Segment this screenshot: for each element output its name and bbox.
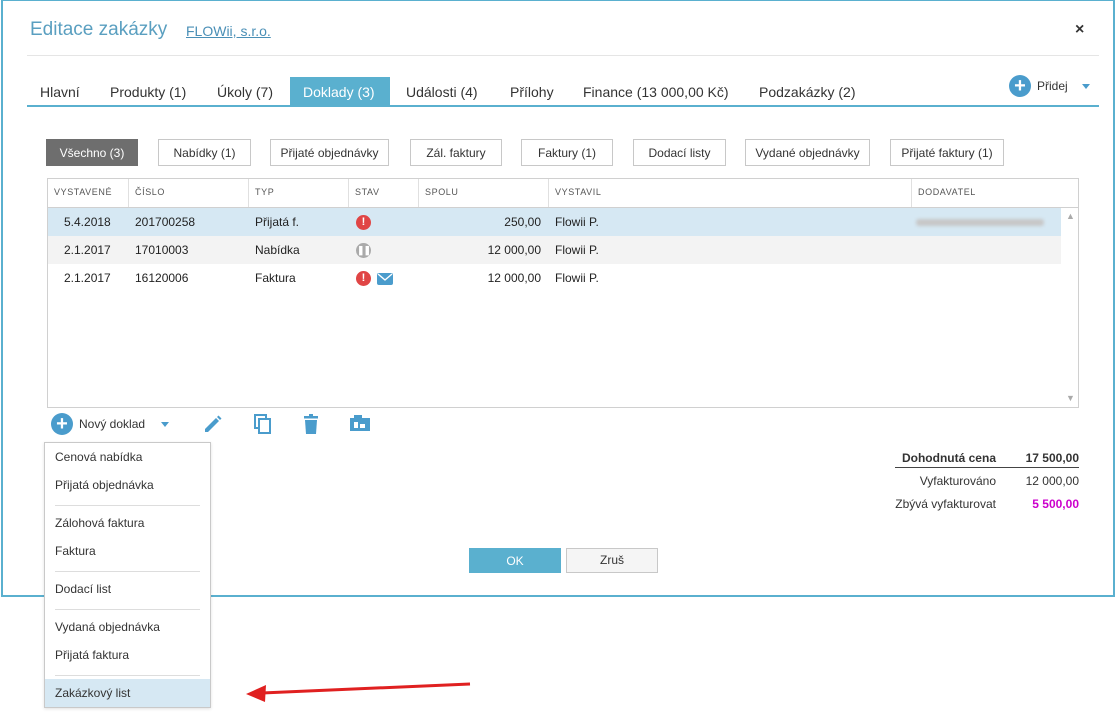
ok-button[interactable]: OK [469,548,561,573]
menu-item-received-order[interactable]: Přijatá objednávka [45,471,210,499]
close-icon[interactable]: × [1075,21,1084,39]
menu-divider [55,571,200,572]
cell-type: Nabídka [255,243,300,257]
tab-ukoly[interactable]: Úkoly (7) [204,77,286,105]
print-icon[interactable] [349,413,371,435]
menu-item-price-offer[interactable]: Cenová nabídka [45,443,210,471]
error-icon: ! [356,271,371,286]
cell-total: 12 000,00 [487,243,541,257]
filter-invoices[interactable]: Faktury (1) [521,139,613,166]
cell-date: 2.1.2017 [64,243,111,257]
copy-icon[interactable] [252,413,274,435]
filter-advance-invoices[interactable]: Zál. faktury [410,139,502,166]
cell-date: 2.1.2017 [64,271,111,285]
error-icon: ! [356,215,371,230]
cell-issued-by: Flowii P. [555,271,599,285]
documents-grid: VYSTAVENÉ ČÍSLO TYP STAV SPOLU VYSTAVIL … [47,178,1079,408]
filter-delivery-notes[interactable]: Dodací listy [633,139,726,166]
annotation-arrow-icon [246,682,471,702]
menu-item-order-sheet[interactable]: Zakázkový list [45,679,210,707]
chevron-down-icon[interactable] [161,421,170,427]
col-spolu[interactable]: SPOLU [418,179,548,207]
tab-doklady[interactable]: Doklady (3) [290,77,390,105]
cell-number: 17010003 [135,243,189,257]
remaining-value: 5 500,00 [1032,497,1079,511]
menu-item-delivery-note[interactable]: Dodací list [45,575,210,603]
filter-received-invoices[interactable]: Přijaté faktury (1) [890,139,1004,166]
invoiced-label: Vyfakturováno [919,474,996,488]
pause-icon: ❚❚ [356,243,371,258]
plus-circle-icon: + [51,413,73,435]
agreed-price-value: 17 500,00 [1025,451,1079,465]
title-divider [27,55,1099,56]
tab-finance[interactable]: Finance (13 000,00 Kč) [570,77,742,105]
pencil-icon[interactable] [202,413,224,435]
col-stav[interactable]: STAV [348,179,418,207]
remaining-label: Zbývá vyfakturovat [895,497,996,511]
col-dodavatel[interactable]: DODAVATEL [911,179,1061,207]
table-row[interactable]: 2.1.2017 16120006 Faktura ! 12 000,00 Fl… [48,264,1061,292]
grid-header: VYSTAVENÉ ČÍSLO TYP STAV SPOLU VYSTAVIL … [48,179,1078,208]
col-vystavene[interactable]: VYSTAVENÉ [48,179,128,207]
new-document-dropdown: Cenová nabídka Přijatá objednávka Záloho… [44,442,211,708]
tab-hlavni[interactable]: Hlavní [27,77,93,105]
col-typ[interactable]: TYP [248,179,348,207]
mail-icon[interactable] [377,273,393,285]
cell-issued-by: Flowii P. [555,215,599,229]
cell-number: 201700258 [135,215,196,229]
add-button[interactable]: + Přidej [1009,75,1090,97]
supplier-blurred [916,219,1044,226]
filter-issued-orders[interactable]: Vydané objednávky [745,139,870,166]
menu-item-issued-order[interactable]: Vydaná objednávka [45,613,210,641]
col-cislo[interactable]: ČÍSLO [128,179,248,207]
cell-total: 12 000,00 [487,271,541,285]
menu-item-invoice[interactable]: Faktura [45,537,210,565]
menu-divider [55,675,200,676]
new-document-button[interactable]: + Nový doklad [51,412,170,436]
cell-type: Faktura [255,271,296,285]
tab-podzakazky[interactable]: Podzakázky (2) [746,77,868,105]
filter-received-orders[interactable]: Přijaté objednávky [270,139,389,166]
tab-udalosti[interactable]: Události (4) [393,77,491,105]
cell-type: Přijatá f. [255,215,300,229]
filter-offers[interactable]: Nabídky (1) [158,139,251,166]
cell-number: 16120006 [135,271,189,285]
table-row[interactable]: 2.1.2017 17010003 Nabídka ❚❚ 12 000,00 F… [48,236,1061,264]
menu-item-advance-invoice[interactable]: Zálohová faktura [45,509,210,537]
menu-divider [55,609,200,610]
new-document-label: Nový doklad [79,417,146,431]
cell-issued-by: Flowii P. [555,243,599,257]
add-button-label: Přidej [1037,79,1068,93]
menu-divider [55,505,200,506]
invoiced-value: 12 000,00 [1025,474,1079,488]
menu-item-received-invoice[interactable]: Přijatá faktura [45,641,210,669]
chevron-down-icon[interactable] [1081,83,1090,89]
scroll-up-icon[interactable]: ▲ [1066,211,1075,221]
cancel-button[interactable]: Zruš [566,548,658,573]
scroll-down-icon[interactable]: ▼ [1066,393,1075,403]
tab-bar: Hlavní Produkty (1) Úkoly (7) Doklady (3… [27,77,1099,107]
cell-total: 250,00 [504,215,541,229]
tab-produkty[interactable]: Produkty (1) [97,77,199,105]
company-link[interactable]: FLOWii, s.r.o. [186,23,271,39]
totals-divider [895,467,1079,468]
cell-date: 5.4.2018 [64,215,111,229]
plus-circle-icon: + [1009,75,1031,97]
tab-prilohy[interactable]: Přílohy [497,77,567,105]
agreed-price-label: Dohodnutá cena [901,451,996,465]
dialog-title: Editace zakázky [30,19,168,40]
trash-icon[interactable] [300,413,322,435]
col-vystavil[interactable]: VYSTAVIL [548,179,911,207]
filter-all[interactable]: Všechno (3) [46,139,138,166]
table-row[interactable]: 5.4.2018 201700258 Přijatá f. ! 250,00 F… [48,208,1061,236]
